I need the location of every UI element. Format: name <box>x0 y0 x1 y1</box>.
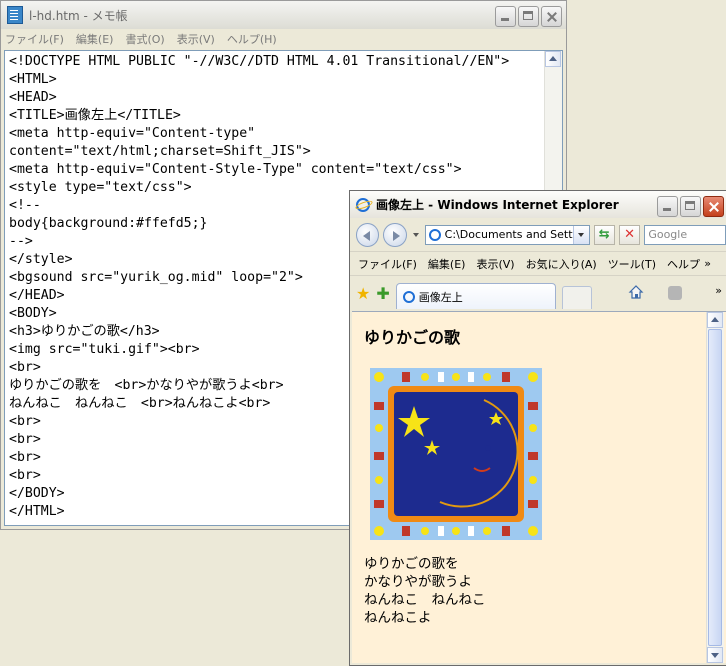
search-input[interactable]: Google <box>644 224 726 245</box>
add-favorite-icon[interactable]: ✚ <box>376 284 389 303</box>
notepad-title-bar[interactable]: l-hd.htm - メモ帳 <box>1 1 566 29</box>
close-button[interactable] <box>703 196 724 217</box>
notepad-menu-bar: ファイル(F) 編集(E) 書式(O) 表示(V) ヘルプ(H) <box>1 29 566 48</box>
maximize-button[interactable] <box>518 6 539 27</box>
notepad-line: <TITLE>画像左上</TITLE> <box>9 108 181 123</box>
notepad-icon <box>7 6 23 24</box>
address-bar[interactable]: C:\Documents and Settings <box>424 224 590 245</box>
ie-menu-view[interactable]: 表示(V) <box>476 256 514 272</box>
tab-current-page[interactable]: 画像左上 <box>395 283 556 309</box>
minimize-button[interactable] <box>495 6 516 27</box>
tab-bar: ★ ✚ 画像左上 » <box>350 275 726 310</box>
minimize-button[interactable] <box>657 196 678 217</box>
forward-button[interactable] <box>383 222 407 247</box>
stop-button[interactable]: ✕ <box>618 224 641 245</box>
ie-title: 画像左上 - Windows Internet Explorer <box>376 198 619 212</box>
scroll-down-button[interactable] <box>707 647 723 663</box>
menu-overflow-icon[interactable]: » <box>704 257 711 270</box>
maximize-button[interactable] <box>680 196 701 217</box>
toolbar-overflow-icon[interactable]: » <box>715 284 722 297</box>
notepad-line: content="text/html;charset=Shift_JIS"> <box>9 144 311 159</box>
notepad-line: <HTML> <box>9 72 57 87</box>
scroll-up-button[interactable] <box>707 312 723 328</box>
ie-menu-bar: ファイル(F) 編集(E) 表示(V) お気に入り(A) ツール(T) ヘルプ … <box>350 251 726 275</box>
lyrics-line: ねんねこよ <box>364 610 432 626</box>
close-button[interactable] <box>541 6 562 27</box>
home-icon[interactable] <box>628 284 644 300</box>
ie-scrollbar[interactable] <box>706 312 724 663</box>
page-icon <box>428 228 441 241</box>
menu-help[interactable]: ヘルプ(H) <box>227 31 277 47</box>
notepad-title: l-hd.htm - メモ帳 <box>29 8 128 23</box>
notepad-line: <!DOCTYPE HTML PUBLIC "-//W3C//DTD HTML … <box>9 54 510 69</box>
lyrics-line: かなりやが歌うよ <box>364 574 472 590</box>
notepad-line: <meta http-equiv="Content-type" <box>9 126 256 141</box>
stop-icon: ✕ <box>624 227 636 242</box>
lyrics: ゆりかごの歌を かなりやが歌うよ ねんねこ ねんねこ ねんねこよ <box>364 555 486 627</box>
page-heading: ゆりかごの歌 <box>364 328 461 347</box>
ie-title-bar[interactable]: 画像左上 - Windows Internet Explorer <box>350 191 726 218</box>
refresh-icon: ⇆ <box>598 227 610 242</box>
tab-label: 画像左上 <box>418 290 463 304</box>
page-icon <box>402 290 415 303</box>
address-toolbar: C:\Documents and Settings ⇆ ✕ Google <box>350 218 726 251</box>
history-dropdown-icon[interactable] <box>412 232 419 237</box>
ie-menu-tools[interactable]: ツール(T) <box>608 256 656 272</box>
ie-menu-edit[interactable]: 編集(E) <box>428 256 466 272</box>
ie-menu-favorites[interactable]: お気に入り(A) <box>526 256 597 272</box>
back-button[interactable] <box>356 222 380 247</box>
ie-window: 画像左上 - Windows Internet Explorer C:\Docu… <box>349 190 726 666</box>
address-input[interactable]: C:\Documents and Settings <box>445 228 573 241</box>
scroll-thumb[interactable] <box>708 329 722 646</box>
scroll-up-button[interactable] <box>545 51 561 67</box>
lyrics-line: ゆりかごの歌を <box>364 556 459 572</box>
notepad-line: <meta http-equiv="Content-Style-Type" co… <box>9 162 462 177</box>
address-dropdown-button[interactable] <box>572 225 589 244</box>
moon-image <box>370 368 542 540</box>
new-tab-button[interactable] <box>561 285 592 309</box>
menu-format[interactable]: 書式(O) <box>125 31 164 47</box>
ie-menu-help[interactable]: ヘルプ <box>667 256 700 272</box>
favorites-star-icon[interactable]: ★ <box>356 284 370 303</box>
menu-edit[interactable]: 編集(E) <box>76 31 114 47</box>
lyrics-line: ねんねこ ねんねこ <box>364 592 486 608</box>
ie-menu-file[interactable]: ファイル(F) <box>358 256 417 272</box>
ie-logo-icon <box>356 197 370 212</box>
notepad-line: <HEAD> <box>9 90 57 105</box>
page-content: ゆりかごの歌 ゆりかごの歌を かなりやが歌うよ ねんねこ ねんねこ ねんねこよ <box>352 311 726 663</box>
menu-file[interactable]: ファイル(F) <box>5 31 64 47</box>
refresh-button[interactable]: ⇆ <box>593 224 615 245</box>
menu-view[interactable]: 表示(V) <box>177 31 215 47</box>
feeds-icon[interactable] <box>668 286 682 300</box>
